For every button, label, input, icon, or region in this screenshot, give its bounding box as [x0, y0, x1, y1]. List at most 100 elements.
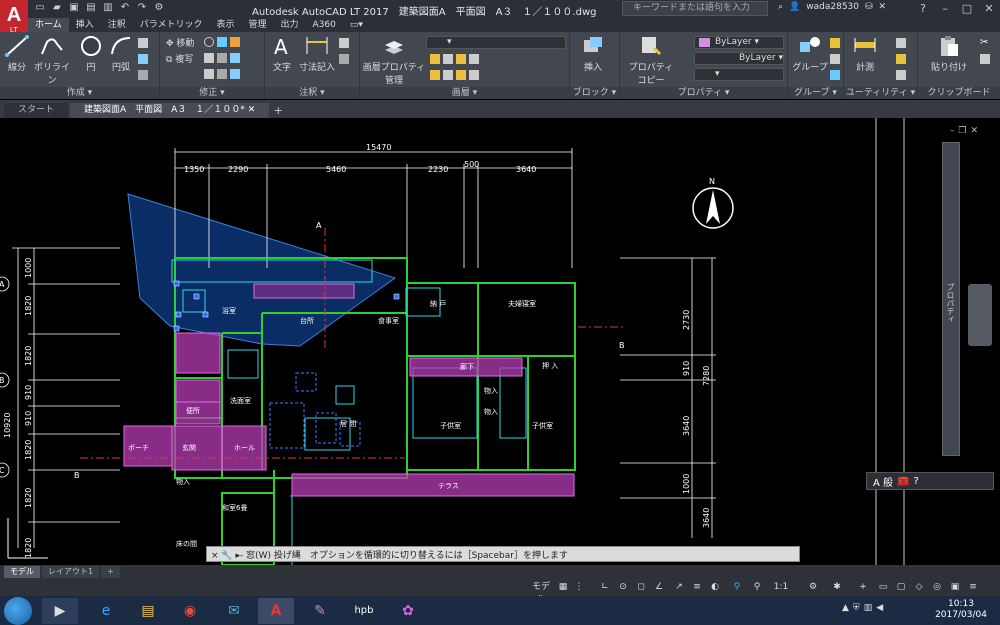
tab-a360[interactable]: A360: [306, 18, 343, 32]
panel-utilities-title[interactable]: ユーティリティ ▾: [844, 87, 917, 99]
open-file-icon[interactable]: ▰: [51, 2, 63, 14]
tab-parametric[interactable]: パラメトリック: [133, 18, 210, 32]
lineweight-icon[interactable]: ≡: [690, 581, 704, 594]
trim-icon[interactable]: [217, 37, 227, 47]
cut-icon[interactable]: ✂: [980, 38, 990, 48]
internet-explorer-icon[interactable]: e: [88, 598, 124, 624]
tab-model[interactable]: モデル: [4, 566, 40, 578]
tab-manage[interactable]: 管理: [242, 18, 274, 32]
mirror-icon[interactable]: [204, 53, 214, 63]
paste-button[interactable]: 貼り付け: [926, 34, 972, 73]
help-icon[interactable]: ?: [912, 0, 934, 18]
undo-icon[interactable]: ↶: [119, 2, 131, 14]
isolate-objects-icon[interactable]: +: [856, 581, 870, 594]
insert-button[interactable]: 挿入: [576, 34, 610, 73]
stretch-icon[interactable]: [204, 69, 214, 79]
panel-block-title[interactable]: ブロック ▾: [570, 87, 619, 99]
select-all-icon[interactable]: [896, 38, 906, 48]
tray-network-icon[interactable]: ▥: [864, 603, 873, 613]
fillet-icon[interactable]: [217, 53, 227, 63]
erase-icon[interactable]: [230, 37, 240, 47]
save-as-icon[interactable]: ▤: [85, 2, 97, 14]
ellipse-icon[interactable]: [138, 70, 148, 80]
selection-cycling-icon[interactable]: ◎: [930, 581, 944, 594]
command-line[interactable]: × 🔧 ▸- 窓(W) 投げ縄 オプションを循環的に切り替えるには［Spaceb…: [206, 546, 800, 562]
layer-unisolate-icon[interactable]: [456, 70, 466, 80]
annotation-scale[interactable]: 1:1: [772, 581, 790, 594]
new-file-icon[interactable]: ▭: [34, 2, 46, 14]
new-tab-button[interactable]: +: [271, 103, 285, 118]
tab-view[interactable]: 表示: [210, 18, 242, 32]
user-icon[interactable]: 👤: [789, 2, 800, 12]
ribbon-options-icon[interactable]: ▭▾: [343, 18, 370, 32]
arc-button[interactable]: 円弧: [104, 34, 138, 73]
dynamic-ucs-icon[interactable]: ↗: [672, 581, 686, 594]
otrack-icon[interactable]: ∠: [652, 581, 666, 594]
panel-group-title[interactable]: グループ ▾: [788, 87, 843, 99]
search-icon[interactable]: ⌕: [778, 2, 783, 12]
copy-clip-icon[interactable]: [980, 54, 990, 64]
chrome-icon[interactable]: ◉: [172, 598, 208, 624]
line-button[interactable]: 線分: [0, 34, 34, 73]
panel-layers-title[interactable]: 画層 ▾: [360, 87, 569, 99]
panel-clipboard-title[interactable]: クリップボード: [918, 87, 1000, 99]
tab-home[interactable]: ホーム: [28, 18, 69, 32]
group-button[interactable]: グループ: [790, 34, 830, 73]
explode-icon[interactable]: [230, 53, 240, 63]
tray-volume-icon[interactable]: ◀: [876, 603, 883, 613]
rotate-icon[interactable]: [204, 37, 214, 47]
layer-walk-icon[interactable]: [469, 70, 479, 80]
save-icon[interactable]: ▣: [68, 2, 80, 14]
tray-security-icon[interactable]: ⛨: [853, 603, 860, 613]
transparency-icon[interactable]: ◐: [708, 581, 722, 594]
rectangle-icon[interactable]: [138, 38, 148, 48]
tray-acrobat-icon[interactable]: ▲: [842, 603, 849, 613]
copy-button[interactable]: ⧉ 複写: [166, 52, 193, 65]
clean-screen-icon[interactable]: ▢: [894, 581, 908, 594]
ime-tools-icon[interactable]: 🧰: [897, 476, 909, 487]
osnap-icon[interactable]: ◻: [634, 581, 648, 594]
scale-icon[interactable]: [217, 69, 227, 79]
color-dropdown[interactable]: ByLayer ▾: [694, 36, 784, 49]
measure-button[interactable]: 計測: [848, 34, 882, 73]
drawing-canvas[interactable]: 15470 1350 2290 5460 2230 500 3640 10920…: [0, 118, 1000, 565]
linetype-dropdown[interactable]: ByLayer ▾: [694, 52, 784, 65]
dimension-button[interactable]: 寸法記入: [297, 34, 337, 73]
close-icon[interactable]: ✕: [978, 0, 1000, 18]
hardware-acceleration-icon[interactable]: ▭: [876, 581, 890, 594]
units-icon[interactable]: ▣: [948, 581, 962, 594]
doc-tab-drawing[interactable]: 建築図面A 平面図 A３ １／１００* ✕: [70, 103, 270, 118]
ungroup-icon[interactable]: [830, 38, 840, 48]
doc-tab-start[interactable]: スタート: [4, 103, 69, 118]
grid-icon[interactable]: ▦: [556, 581, 570, 594]
tab-annotate[interactable]: 注釈: [101, 18, 133, 32]
cart-icon[interactable]: ⛁: [865, 2, 873, 12]
layer-properties-button[interactable]: 画層プロパティ 管理: [362, 34, 426, 86]
navigation-bar[interactable]: [968, 284, 992, 346]
snap-icon[interactable]: ⋮: [572, 581, 586, 594]
layer-freeze-icon[interactable]: [443, 54, 453, 64]
layer-lock-icon[interactable]: [456, 54, 466, 64]
group-edit-icon[interactable]: [830, 54, 840, 64]
panel-properties-title[interactable]: プロパティ ▾: [620, 87, 787, 99]
quick-properties-icon[interactable]: ◇: [912, 581, 926, 594]
model-space-button[interactable]: モデル: [528, 581, 554, 605]
tab-insert[interactable]: 挿入: [69, 18, 101, 32]
autocad-taskbar-icon[interactable]: A: [258, 598, 294, 624]
workspace-icon[interactable]: ⚙: [153, 2, 165, 14]
redo-icon[interactable]: ↷: [136, 2, 148, 14]
hpb-icon[interactable]: hpb: [346, 598, 382, 624]
plot-icon[interactable]: ▥: [102, 2, 114, 14]
search-input[interactable]: キーワードまたは語句を入力: [622, 1, 768, 16]
paint-icon[interactable]: ✎: [302, 598, 338, 624]
circle-button[interactable]: 円: [74, 34, 108, 73]
app-icon[interactable]: ✿: [390, 598, 426, 624]
media-player-icon[interactable]: ▶: [42, 598, 78, 624]
table-icon[interactable]: [339, 54, 349, 64]
ime-toolbar[interactable]: A 般 🧰 ?: [866, 472, 994, 490]
viewport-close-icon[interactable]: ✕: [970, 126, 978, 136]
polar-icon[interactable]: ⊙: [616, 581, 630, 594]
layer-dropdown[interactable]: ▾: [426, 36, 566, 49]
maximize-icon[interactable]: □: [956, 0, 978, 18]
application-menu-button[interactable]: A LT: [0, 0, 28, 36]
